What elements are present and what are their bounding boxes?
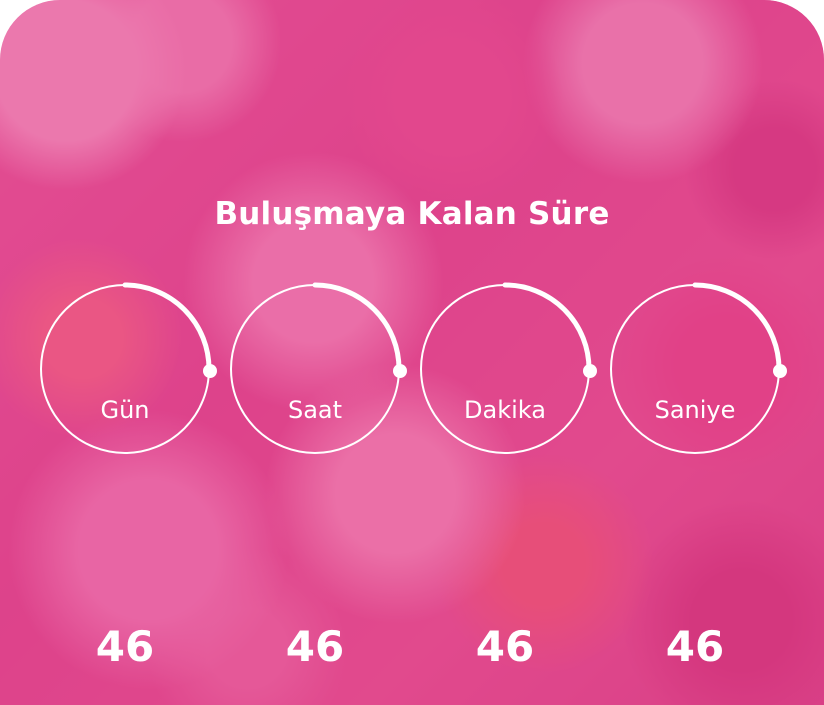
- timer-seconds: 46 Saniye: [610, 282, 790, 670]
- timer-minutes-label: Dakika: [464, 396, 546, 424]
- timer-days-label: Gün: [100, 396, 150, 424]
- timer-days-ring: [40, 282, 217, 454]
- timer-days-indicator-dot: [203, 364, 217, 378]
- timer-seconds-ring: [610, 282, 787, 454]
- timer-minutes: 46 Dakika: [420, 282, 600, 670]
- timer-hours: 46 Saat: [230, 282, 410, 670]
- timer-minutes-value: 46: [475, 622, 535, 671]
- timer-seconds-indicator-dot: [773, 364, 787, 378]
- timer-hours-label: Saat: [287, 396, 343, 424]
- timer-days: 46 Gün: [40, 282, 220, 670]
- timer-minutes-indicator-dot: [583, 364, 597, 378]
- timer-hours-ring: [230, 282, 407, 454]
- timer-hours-value: 46: [285, 622, 345, 671]
- timer-seconds-label: Saniye: [654, 396, 736, 424]
- countdown-title: Buluşmaya Kalan Süre: [214, 196, 610, 232]
- countdown-panel: Buluşmaya Kalan Süre 46 Gün 46 Saat 46 D…: [0, 0, 824, 705]
- timer-minutes-ring: [420, 282, 597, 454]
- timer-days-value: 46: [95, 622, 155, 671]
- timer-hours-indicator-dot: [393, 364, 407, 378]
- timer-seconds-value: 46: [665, 622, 725, 671]
